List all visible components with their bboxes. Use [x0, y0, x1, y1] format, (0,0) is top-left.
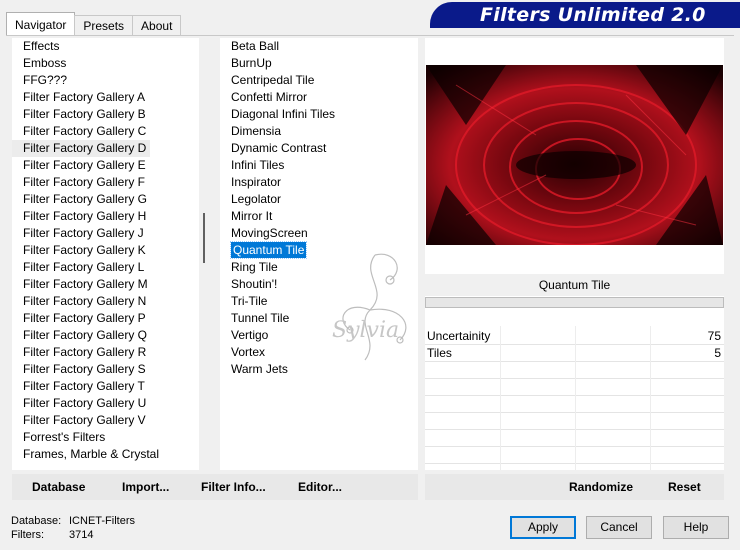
list-item[interactable]: Filter Factory Gallery L [12, 259, 212, 276]
list-item[interactable]: Filter Factory Gallery S [12, 361, 212, 378]
tab-navigator[interactable]: Navigator [6, 12, 76, 36]
list-item[interactable]: Filter Factory Gallery G [12, 191, 212, 208]
status-filters: Filters: 3714 [11, 529, 93, 541]
list-item[interactable]: Effects [12, 38, 212, 55]
help-button[interactable]: Help [663, 516, 729, 539]
scrollbar-thumb[interactable] [203, 213, 205, 263]
list-item[interactable]: Filter Factory Gallery H [12, 208, 212, 225]
list-item[interactable]: Ring Tile [220, 259, 418, 276]
cancel-button[interactable]: Cancel [586, 516, 652, 539]
list-item[interactable]: Vertigo [220, 327, 418, 344]
list-item[interactable]: Confetti Mirror [220, 89, 418, 106]
list-item[interactable]: Filter Factory Gallery N [12, 293, 212, 310]
param-value[interactable]: 75 [708, 328, 721, 345]
list-item[interactable]: Filter Factory Gallery Q [12, 327, 212, 344]
apply-button[interactable]: Apply [510, 516, 576, 539]
list-item[interactable]: Filter Factory Gallery C [12, 123, 212, 140]
list-item[interactable]: Infini Tiles [220, 157, 418, 174]
list-item[interactable]: Centripedal Tile [220, 72, 418, 89]
list-item[interactable]: Warm Jets [220, 361, 418, 378]
tab-about[interactable]: About [132, 15, 182, 36]
preview-image [426, 65, 723, 245]
database-label: Database: [11, 515, 62, 527]
tab-divider [6, 35, 734, 36]
list-item[interactable]: Filter Factory Gallery M [12, 276, 212, 293]
list-item[interactable]: Filter Factory Gallery P [12, 310, 212, 327]
filter-info-button[interactable]: Filter Info... [197, 480, 270, 494]
filters-count: 3714 [69, 529, 94, 541]
reset-button[interactable]: Reset [664, 480, 705, 494]
param-value[interactable]: 5 [714, 345, 721, 362]
preview-panel: Quantum Tile Uncertainity 75 Tiles 5 [425, 38, 724, 470]
list-item[interactable]: FFG??? [12, 72, 212, 89]
list-item[interactable]: Vortex [220, 344, 418, 361]
list-item[interactable]: MovingScreen [220, 225, 418, 242]
progress-bar [425, 297, 724, 308]
app-title: Filters Unlimited 2.0 [480, 4, 706, 26]
list-item[interactable]: Filter Factory Gallery F [12, 174, 212, 191]
list-item[interactable]: Forrest's Filters [12, 429, 212, 446]
param-button-bar: Randomize Reset [425, 474, 724, 500]
import-button[interactable]: Import... [118, 480, 173, 494]
list-item[interactable]: Filter Factory Gallery E [12, 157, 212, 174]
tab-strip: Navigator Presets About [6, 12, 182, 36]
list-item[interactable]: Frames, Marble & Crystal [12, 446, 212, 463]
list-item-highlighted[interactable]: Filter Factory Gallery D [12, 140, 151, 157]
grid-column-line [500, 326, 501, 470]
list-item[interactable]: Tunnel Tile [220, 310, 418, 327]
grid-column-line [575, 326, 576, 470]
category-scrollbar[interactable] [199, 38, 212, 470]
list-item[interactable]: Dynamic Contrast [220, 140, 418, 157]
list-item[interactable]: Filter Factory Gallery U [12, 395, 212, 412]
list-item[interactable]: Filter Factory Gallery K [12, 242, 212, 259]
filters-label: Filters: [11, 529, 44, 541]
list-item-selected[interactable]: Quantum Tile [220, 241, 418, 259]
list-item[interactable]: Filter Factory Gallery R [12, 344, 212, 361]
database-value: ICNET-Filters [69, 515, 135, 527]
list-item[interactable]: Diagonal Infini Tiles [220, 106, 418, 123]
list-item[interactable]: Legolator [220, 191, 418, 208]
list-item[interactable]: Filter Factory Gallery J [12, 225, 212, 242]
editor-button[interactable]: Editor... [294, 480, 346, 494]
randomize-button[interactable]: Randomize [565, 480, 637, 494]
list-item[interactable]: Emboss [12, 55, 212, 72]
filter-list[interactable]: Beta Ball BurnUp Centripedal Tile Confetti … [220, 38, 418, 470]
param-name: Uncertainity [427, 329, 491, 343]
database-button[interactable]: Database [28, 480, 89, 494]
list-item[interactable]: Filter Factory Gallery A [12, 89, 212, 106]
grid-column-line [650, 326, 651, 470]
selected-filter-name: Quantum Tile [425, 274, 724, 296]
list-button-bar: Database Import... Filter Info... Editor… [12, 474, 418, 500]
list-item[interactable]: Beta Ball [220, 38, 418, 55]
list-item[interactable]: Filter Factory Gallery T [12, 378, 212, 395]
list-item[interactable]: Shoutin'! [220, 276, 418, 293]
list-item[interactable]: Dimensia [220, 123, 418, 140]
category-list[interactable]: Effects Emboss FFG??? Filter Factory Galler… [12, 38, 212, 470]
list-item[interactable]: Inspirator [220, 174, 418, 191]
list-item[interactable]: Filter Factory Gallery V [12, 412, 212, 429]
app-banner: Filters Unlimited 2.0 [430, 2, 740, 28]
list-item[interactable]: Mirror It [220, 208, 418, 225]
tab-presets[interactable]: Presets [74, 15, 134, 36]
list-item[interactable]: Filter Factory Gallery B [12, 106, 212, 123]
param-name: Tiles [427, 346, 452, 360]
list-item[interactable]: BurnUp [220, 55, 418, 72]
status-database: Database: ICNET-Filters [11, 515, 135, 527]
list-item[interactable]: Tri-Tile [220, 293, 418, 310]
